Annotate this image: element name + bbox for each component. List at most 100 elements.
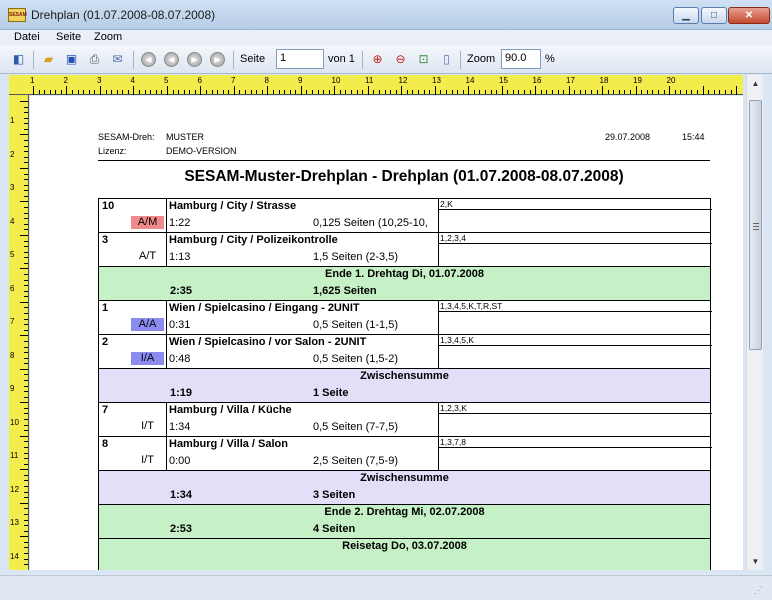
scene-location: Hamburg / City / Polizeikontrolle	[169, 234, 338, 246]
scene-duration: 0:48	[169, 353, 191, 365]
scene-cast: 1,2,3,4	[440, 233, 466, 243]
scene-number: 1	[102, 302, 109, 314]
ruler-label: 2	[63, 76, 68, 85]
open-folder-icon[interactable]: ▰	[40, 51, 57, 68]
summary-title: Ende 2. Drehtag Mi, 02.07.2008	[324, 506, 485, 518]
menu-datei[interactable]: Datei	[14, 31, 40, 43]
ruler-tick	[24, 407, 28, 409]
ruler-tick	[256, 90, 258, 94]
ruler-tick	[24, 446, 28, 448]
ruler-tick	[390, 90, 392, 94]
ruler-label: 7	[10, 317, 15, 326]
ruler-tick	[278, 90, 280, 94]
scene-pages: 0,5 Seiten (1-1,5)	[313, 319, 398, 331]
zoom-out-icon[interactable]: ⊖	[392, 51, 409, 68]
ruler-tick	[24, 279, 28, 281]
scroll-up-icon[interactable]: ▲	[747, 75, 764, 92]
menu-zoom[interactable]: Zoom	[94, 31, 122, 43]
scene-cast: 2,K	[440, 199, 453, 209]
menu-bar: Datei Seite Zoom	[0, 30, 772, 46]
ruler-tick	[484, 90, 486, 94]
scene-number: 3	[102, 234, 109, 246]
ruler-tick	[401, 86, 403, 95]
ruler-tick	[345, 90, 347, 94]
sesam-label: SESAM-Dreh:	[98, 132, 155, 142]
toolbar-separator	[33, 51, 34, 69]
ruler-tick	[60, 90, 62, 94]
column-divider	[166, 403, 167, 437]
window-title: Drehplan (01.07.2008-08.07.2008)	[31, 8, 216, 22]
column-divider	[166, 335, 167, 369]
ruler-tick	[24, 218, 28, 220]
ruler-label: 17	[566, 76, 575, 85]
maximize-button[interactable]: □	[701, 7, 727, 24]
ruler-label: 7	[231, 76, 236, 85]
ruler-tick	[139, 90, 141, 94]
ruler-tick	[24, 352, 28, 354]
ruler-tick	[24, 474, 28, 476]
ruler-tick	[189, 90, 191, 94]
email-icon[interactable]: ✉	[109, 51, 126, 68]
thumb-grip	[753, 226, 759, 227]
app-icon: SESAM	[8, 8, 27, 22]
exit-icon[interactable]: ◧	[10, 51, 27, 68]
next-page-icon[interactable]: ▶	[187, 52, 202, 67]
ruler-tick	[300, 86, 302, 95]
ruler-tick	[20, 201, 28, 203]
print-icon[interactable]: ⎙	[86, 51, 103, 68]
ruler-tick	[351, 90, 353, 94]
resize-grip-icon[interactable]: ⋰	[754, 585, 763, 596]
scroll-down-icon[interactable]: ▼	[747, 553, 764, 570]
ruler-tick	[512, 90, 514, 94]
minimize-button[interactable]: ▁	[673, 7, 699, 24]
scene-row: 10 A/M Hamburg / City / Strasse 1:22 0,125 S…	[99, 199, 712, 233]
ruler-tick	[88, 90, 90, 94]
percent-label: %	[545, 53, 555, 65]
scroll-thumb[interactable]	[749, 100, 762, 350]
ruler-tick	[24, 363, 28, 365]
page-view-icon[interactable]: ▯	[438, 51, 455, 68]
report-time: 15:44	[682, 132, 705, 142]
first-page-icon[interactable]: ◀	[141, 52, 156, 67]
ruler-label: 8	[264, 76, 269, 85]
ruler-label: 3	[10, 183, 15, 192]
close-button[interactable]: ✕	[728, 7, 770, 24]
scene-type-badge: I/T	[141, 454, 154, 466]
ruler-tick	[646, 90, 648, 94]
zoom-in-icon[interactable]: ⊕	[369, 51, 386, 68]
report-page: SESAM-Dreh: MUSTER Lizenz: DEMO-VERSION …	[30, 96, 743, 570]
ruler-tick	[356, 90, 358, 94]
ruler-tick	[24, 541, 28, 543]
menu-seite[interactable]: Seite	[56, 31, 81, 43]
ruler-tick	[20, 435, 28, 437]
vertical-scrollbar[interactable]: ▲ ▼	[746, 75, 763, 570]
page-count-label: von 1	[328, 53, 355, 65]
ruler-tick	[406, 90, 408, 94]
ruler-tick	[708, 90, 710, 94]
ruler-label: 11	[365, 76, 374, 85]
scene-type-badge: A/M	[131, 216, 164, 229]
ruler-tick	[24, 340, 28, 342]
ruler-tick	[24, 452, 28, 454]
ruler-tick	[77, 90, 79, 94]
status-bar: ⋰	[0, 575, 772, 600]
ruler-label: 5	[164, 76, 169, 85]
scene-row: 2 I/A Wien / Spielcasino / vor Salon - 2UN…	[99, 335, 712, 369]
last-page-icon[interactable]: ▶	[210, 52, 225, 67]
ruler-tick	[641, 90, 643, 94]
ruler-tick	[24, 329, 28, 331]
summary-title: Ende 1. Drehtag Di, 01.07.2008	[325, 268, 484, 280]
ruler-tick	[24, 296, 28, 298]
previous-page-icon[interactable]: ◀	[164, 52, 179, 67]
ruler-tick	[24, 257, 28, 259]
page-number-input[interactable]: 1	[276, 49, 324, 69]
ruler-tick	[44, 90, 46, 94]
fit-page-icon[interactable]: ⊡	[415, 51, 432, 68]
ruler-tick	[618, 90, 620, 94]
zoom-input[interactable]: 90.0	[501, 49, 541, 69]
save-icon[interactable]: ▣	[63, 51, 80, 68]
ruler-tick	[473, 90, 475, 94]
ruler-tick	[178, 90, 180, 94]
ruler-tick	[574, 90, 576, 94]
ruler-label: 9	[298, 76, 303, 85]
